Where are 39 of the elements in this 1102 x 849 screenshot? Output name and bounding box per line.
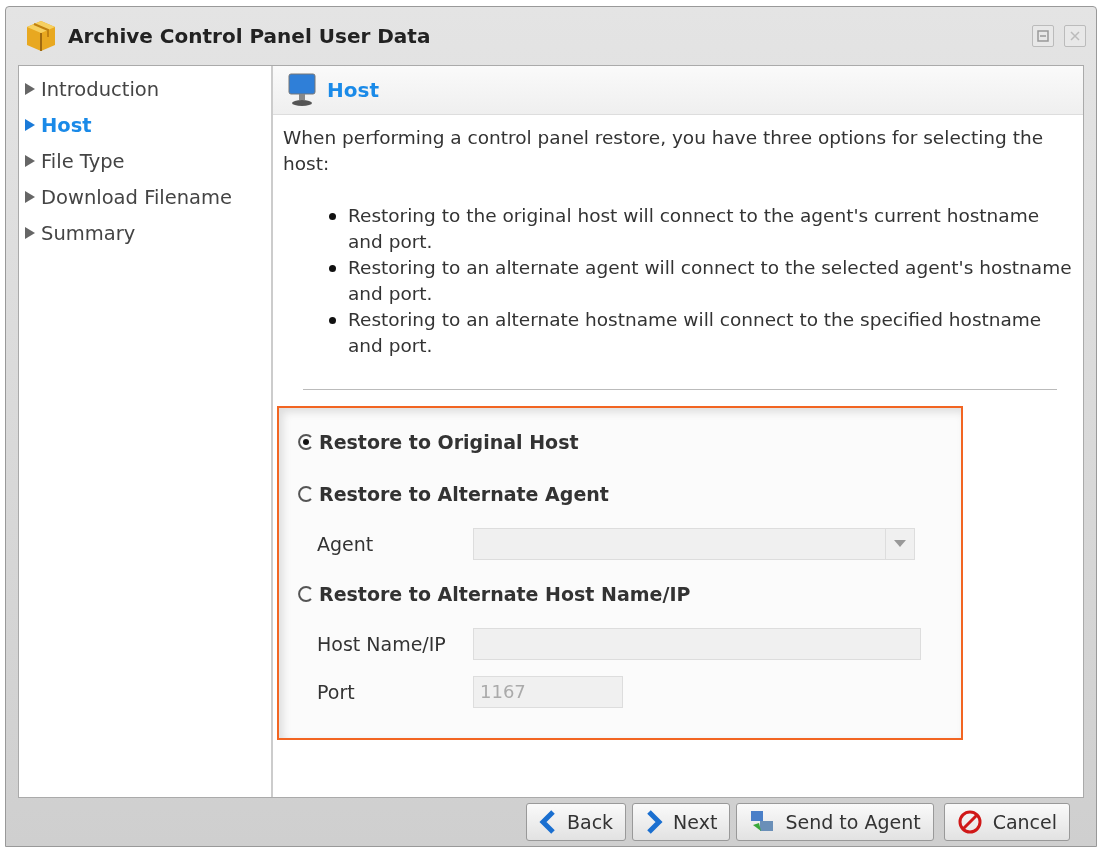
monitor-icon xyxy=(287,72,317,108)
chevron-right-icon xyxy=(645,810,664,834)
triangle-icon xyxy=(23,225,37,241)
next-button[interactable]: Next xyxy=(632,803,731,841)
cancel-button[interactable]: Cancel xyxy=(943,803,1070,841)
bullet-icon xyxy=(329,213,336,220)
sidebar-item[interactable]: File Type xyxy=(23,144,271,178)
cancel-icon xyxy=(956,809,983,835)
triangle-icon xyxy=(23,189,37,205)
bullet-text: Restoring to an alternate hostname will connect to the specified hostname and port. xyxy=(348,308,1043,358)
send-button[interactable]: Send to Agent xyxy=(736,803,934,841)
triangle-icon xyxy=(23,153,37,169)
restore-icon xyxy=(1037,30,1049,42)
panel-title: Host xyxy=(327,78,379,102)
close-button[interactable] xyxy=(1064,25,1086,47)
chevron-left-icon xyxy=(538,810,557,834)
field-label: Agent xyxy=(317,532,375,557)
triangle-icon xyxy=(23,117,37,133)
field-label: Host Name/IP xyxy=(317,632,447,657)
sidebar-item[interactable]: Summary xyxy=(23,216,271,250)
bullet-icon xyxy=(329,317,336,324)
dropdown-arrow-icon xyxy=(894,540,906,548)
radio-option[interactable]: Restore to Alternate Host Name/IP xyxy=(297,570,961,618)
intro-text: When performing a control panel restore, you have three options for selecting the host: xyxy=(283,126,1045,176)
package-icon xyxy=(24,19,58,53)
sidebar-item[interactable]: Download Filename xyxy=(23,180,271,214)
triangle-icon xyxy=(23,81,37,97)
sidebar-item[interactable]: Introduction xyxy=(23,72,271,106)
radio-option[interactable]: Restore to Alternate Agent xyxy=(297,470,961,518)
field-label: Port xyxy=(317,680,356,705)
bullet-text: Restoring to an alternate agent will connect to the selected agent's hostname and port. xyxy=(348,256,1073,306)
bullet-icon xyxy=(329,265,336,272)
window-title: Archive Control Panel User Data xyxy=(68,24,432,48)
close-icon xyxy=(1070,31,1080,41)
restore-button[interactable] xyxy=(1032,25,1054,47)
sidebar-item[interactable]: Host xyxy=(23,108,271,142)
radio-option[interactable]: Restore to Original Host xyxy=(297,418,961,466)
back-button[interactable]: Back xyxy=(525,803,627,841)
bullet-text: Restoring to the original host will connect to the agent's current hostname and port. xyxy=(348,204,1041,254)
